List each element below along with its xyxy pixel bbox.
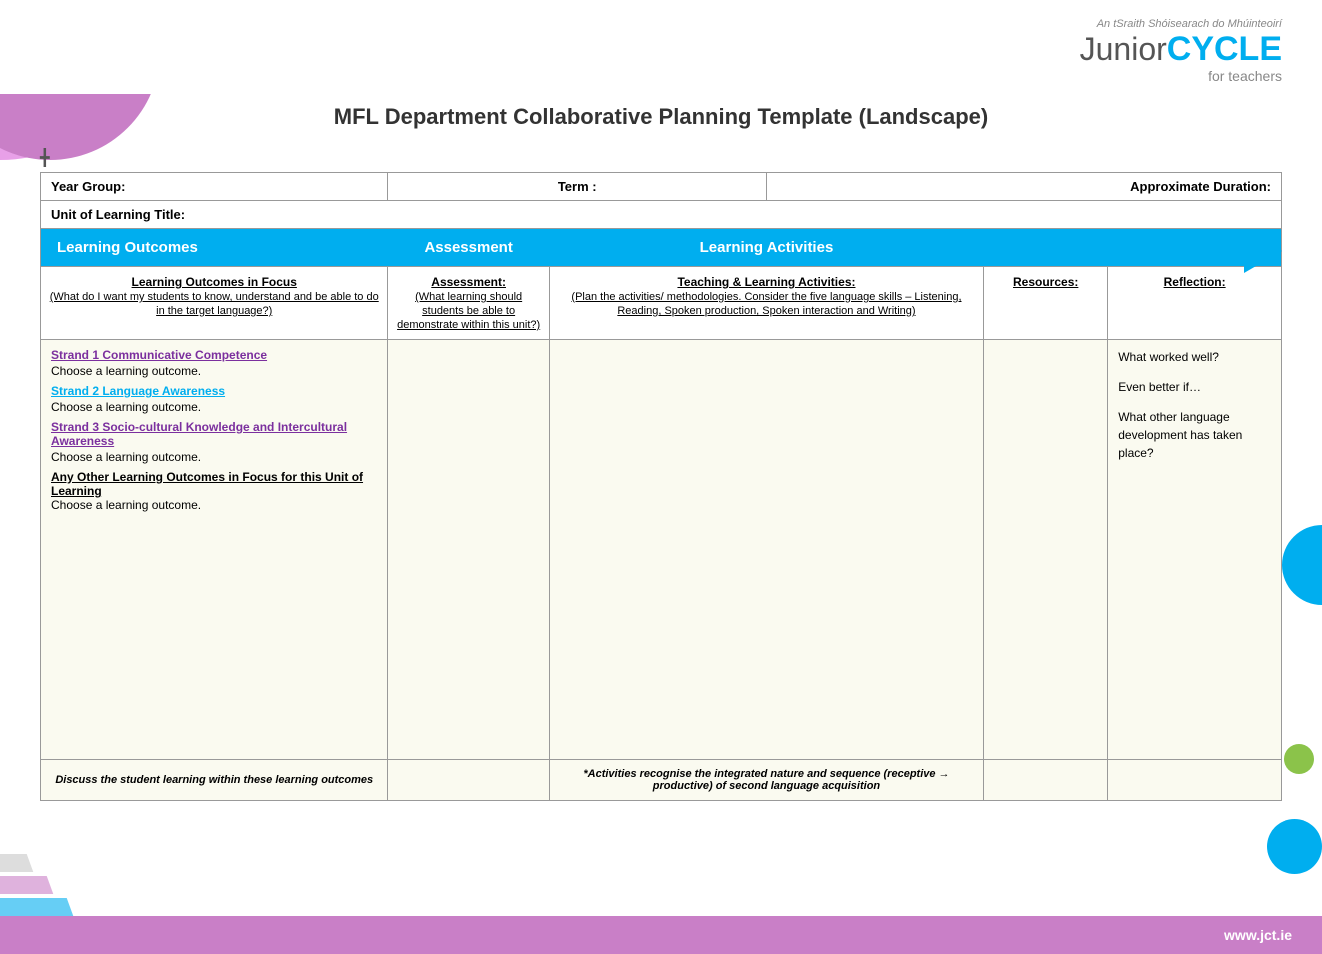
blue-header-resources-spacer <box>984 229 1108 267</box>
logo-text: JuniorCYCLE <box>1080 32 1282 66</box>
strand3-choose[interactable]: Choose a learning outcome. <box>51 450 377 464</box>
col-header-row: Learning Outcomes in Focus (What do I wa… <box>41 267 1282 340</box>
decorative-rect-bottomleft1 <box>0 898 73 916</box>
footer-row: Discuss the student learning within thes… <box>41 760 1282 801</box>
content-row: Strand 1 Communicative Competence Choose… <box>41 340 1282 760</box>
col-header-teaching: Teaching & Learning Activities: (Plan th… <box>549 267 983 340</box>
unit-title-label: Unit of Learning Title: <box>51 207 185 222</box>
decorative-blue-circle-right2 <box>1267 819 1322 874</box>
decorative-rect-bottomleft2 <box>0 876 53 894</box>
strand2-link[interactable]: Strand 2 Language Awareness <box>51 384 377 398</box>
assessment-content-cell[interactable] <box>388 340 549 760</box>
logo-for-teachers: for teachers <box>1080 68 1282 84</box>
any-other-label[interactable]: Any Other Learning Outcomes in Focus for… <box>51 470 377 498</box>
any-other-choose[interactable]: Choose a learning outcome. <box>51 498 377 512</box>
approx-duration-label: Approximate Duration: <box>1130 179 1271 194</box>
decorative-green-circle-right <box>1284 744 1314 774</box>
reflection-what-worked: What worked well? <box>1118 348 1271 366</box>
blue-header-arrow-cell <box>1108 229 1282 267</box>
col-header-lo: Learning Outcomes in Focus (What do I wa… <box>41 267 388 340</box>
reflection-even-better: Even better if… <box>1118 378 1271 396</box>
unit-title-row: Unit of Learning Title: <box>41 201 1282 229</box>
main-table: Year Group: Term : Approximate Duration:… <box>40 172 1282 801</box>
logo-subtitle: An tSraith Shóisearach do Mhúinteoirí <box>1080 18 1282 30</box>
page: An tSraith Shóisearach do Mhúinteoirí Ju… <box>0 0 1322 954</box>
strand1-choose[interactable]: Choose a learning outcome. <box>51 364 377 378</box>
footer-reflection-empty <box>1108 760 1282 801</box>
reflection-what-other: What other language development has take… <box>1118 408 1271 462</box>
col-header-reflection: Reflection: <box>1108 267 1282 340</box>
blue-header-assessment: Assessment <box>388 229 549 267</box>
teaching-content-cell[interactable] <box>549 340 983 760</box>
resources-content-cell[interactable] <box>984 340 1108 760</box>
year-group-label: Year Group: <box>51 179 125 194</box>
footer-assessment-empty <box>388 760 549 801</box>
blue-header-lo: Learning Outcomes <box>41 229 388 267</box>
logo-cycle-text: CYCLE <box>1167 30 1282 68</box>
table-container: ╋ Year Group: Term : Approximate Duratio… <box>40 148 1282 801</box>
reflection-text: What worked well? Even better if… What o… <box>1118 348 1271 462</box>
col-header-resources: Resources: <box>984 267 1108 340</box>
lo-content-cell: Strand 1 Communicative Competence Choose… <box>41 340 388 760</box>
term-label: Term : <box>558 179 597 194</box>
plus-icon[interactable]: ╋ <box>40 148 50 168</box>
col-header-assessment: Assessment: (What learning should studen… <box>388 267 549 340</box>
logo-area: An tSraith Shóisearach do Mhúinteoirí Ju… <box>1080 18 1282 84</box>
footer-right: *Activities recognise the integrated nat… <box>549 760 983 801</box>
blue-header-activities: Learning Activities <box>549 229 983 267</box>
header: An tSraith Shóisearach do Mhúinteoirí Ju… <box>0 0 1322 94</box>
page-title: MFL Department Collaborative Planning Te… <box>0 94 1322 148</box>
bottom-bar-url[interactable]: www.jct.ie <box>1224 927 1292 943</box>
decorative-blue-bar-right <box>1282 525 1322 605</box>
footer-left: Discuss the student learning within thes… <box>41 760 388 801</box>
decorative-rect-bottomleft3 <box>0 854 33 872</box>
strand2-choose[interactable]: Choose a learning outcome. <box>51 400 377 414</box>
strand1-link[interactable]: Strand 1 Communicative Competence <box>51 348 377 362</box>
reflection-content-cell: What worked well? Even better if… What o… <box>1108 340 1282 760</box>
bottom-bar: www.jct.ie <box>0 916 1322 954</box>
logo-junior-text: Junior <box>1080 31 1167 67</box>
footer-resources-empty <box>984 760 1108 801</box>
blue-header-row: Learning Outcomes Assessment Learning Ac… <box>41 229 1282 267</box>
strand3-link[interactable]: Strand 3 Socio-cultural Knowledge and In… <box>51 420 377 448</box>
year-term-row: Year Group: Term : Approximate Duration: <box>41 173 1282 201</box>
